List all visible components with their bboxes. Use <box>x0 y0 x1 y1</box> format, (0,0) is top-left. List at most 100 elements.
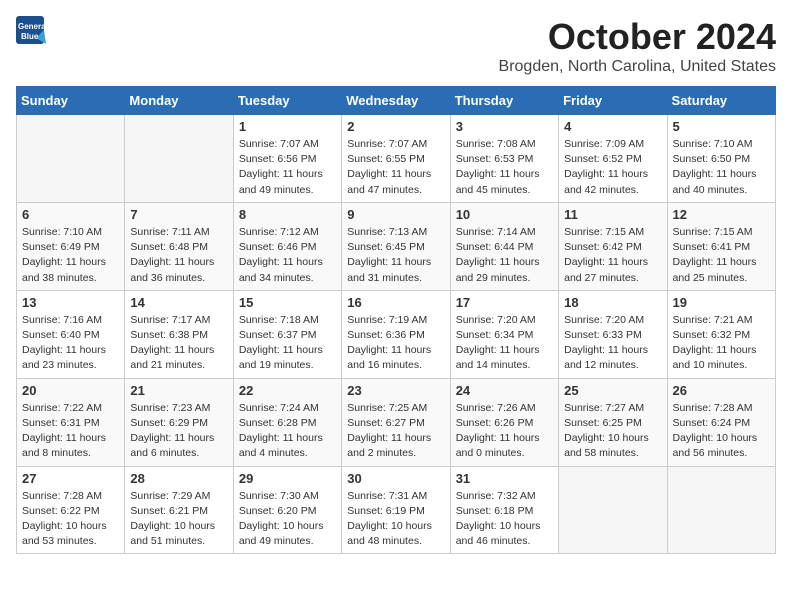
calendar-week-4: 27 Sunrise: 7:28 AMSunset: 6:22 PMDayligh… <box>17 466 776 554</box>
calendar-cell: 14 Sunrise: 7:17 AMSunset: 6:38 PMDayligh… <box>125 290 233 378</box>
day-number: 4 <box>564 119 661 134</box>
cell-info: Sunrise: 7:20 AMSunset: 6:34 PMDaylight:… <box>456 313 553 374</box>
day-number: 7 <box>130 207 227 222</box>
day-number: 28 <box>130 471 227 486</box>
cell-info: Sunrise: 7:32 AMSunset: 6:18 PMDaylight:… <box>456 489 553 550</box>
cell-info: Sunrise: 7:15 AMSunset: 6:41 PMDaylight:… <box>673 225 770 286</box>
cell-info: Sunrise: 7:15 AMSunset: 6:42 PMDaylight:… <box>564 225 661 286</box>
calendar-cell <box>125 115 233 203</box>
day-number: 6 <box>22 207 119 222</box>
calendar-cell: 24 Sunrise: 7:26 AMSunset: 6:26 PMDayligh… <box>450 378 558 466</box>
calendar-week-0: 1 Sunrise: 7:07 AMSunset: 6:56 PMDaylight… <box>17 115 776 203</box>
calendar-cell: 18 Sunrise: 7:20 AMSunset: 6:33 PMDayligh… <box>559 290 667 378</box>
calendar-cell: 2Sunrise: 7:07 AMSunset: 6:55 PMDaylight… <box>342 115 450 203</box>
cell-info: Sunrise: 7:19 AMSunset: 6:36 PMDaylight:… <box>347 313 444 374</box>
calendar-cell: 3 Sunrise: 7:08 AMSunset: 6:53 PMDaylight… <box>450 115 558 203</box>
weekday-header-friday: Friday <box>559 87 667 115</box>
cell-info: Sunrise: 7:28 AMSunset: 6:22 PMDaylight:… <box>22 489 119 550</box>
calendar-cell: 9 Sunrise: 7:13 AMSunset: 6:45 PMDaylight… <box>342 202 450 290</box>
cell-info: Sunrise: 7:26 AMSunset: 6:26 PMDaylight:… <box>456 401 553 462</box>
cell-info: Sunrise: 7:18 AMSunset: 6:37 PMDaylight:… <box>239 313 336 374</box>
day-number: 18 <box>564 295 661 310</box>
cell-info: Sunrise: 7:21 AMSunset: 6:32 PMDaylight:… <box>673 313 770 374</box>
calendar-cell: 31 Sunrise: 7:32 AMSunset: 6:18 PMDayligh… <box>450 466 558 554</box>
cell-info: Sunrise: 7:25 AMSunset: 6:27 PMDaylight:… <box>347 401 444 462</box>
calendar-cell: 19 Sunrise: 7:21 AMSunset: 6:32 PMDayligh… <box>667 290 775 378</box>
cell-info: Sunrise: 7:23 AMSunset: 6:29 PMDaylight:… <box>130 401 227 462</box>
cell-info: Sunrise: 7:14 AMSunset: 6:44 PMDaylight:… <box>456 225 553 286</box>
day-number: 2 <box>347 119 444 134</box>
calendar-cell: 7 Sunrise: 7:11 AMSunset: 6:48 PMDaylight… <box>125 202 233 290</box>
calendar-cell: 21 Sunrise: 7:23 AMSunset: 6:29 PMDayligh… <box>125 378 233 466</box>
cell-info: Sunrise: 7:24 AMSunset: 6:28 PMDaylight:… <box>239 401 336 462</box>
cell-info: Sunrise: 7:20 AMSunset: 6:33 PMDaylight:… <box>564 313 661 374</box>
calendar-cell <box>559 466 667 554</box>
day-number: 16 <box>347 295 444 310</box>
calendar-cell: 29 Sunrise: 7:30 AMSunset: 6:20 PMDayligh… <box>233 466 341 554</box>
cell-info: Sunrise: 7:28 AMSunset: 6:24 PMDaylight:… <box>673 401 770 462</box>
cell-info: Sunrise: 7:10 AMSunset: 6:50 PMDaylight:… <box>673 137 770 198</box>
day-number: 10 <box>456 207 553 222</box>
weekday-header-wednesday: Wednesday <box>342 87 450 115</box>
day-number: 30 <box>347 471 444 486</box>
cell-info: Sunrise: 7:16 AMSunset: 6:40 PMDaylight:… <box>22 313 119 374</box>
day-number: 17 <box>456 295 553 310</box>
cell-info: Sunrise: 7:09 AMSunset: 6:52 PMDaylight:… <box>564 137 661 198</box>
calendar-cell: 8 Sunrise: 7:12 AMSunset: 6:46 PMDaylight… <box>233 202 341 290</box>
day-number: 5 <box>673 119 770 134</box>
day-number: 31 <box>456 471 553 486</box>
cell-info: Sunrise: 7:22 AMSunset: 6:31 PMDaylight:… <box>22 401 119 462</box>
calendar-cell: 1 Sunrise: 7:07 AMSunset: 6:56 PMDaylight… <box>233 115 341 203</box>
calendar-cell: 12Sunrise: 7:15 AMSunset: 6:41 PMDayligh… <box>667 202 775 290</box>
day-number: 22 <box>239 383 336 398</box>
calendar-cell: 28 Sunrise: 7:29 AMSunset: 6:21 PMDayligh… <box>125 466 233 554</box>
day-number: 26 <box>673 383 770 398</box>
calendar-cell <box>667 466 775 554</box>
cell-info: Sunrise: 7:29 AMSunset: 6:21 PMDaylight:… <box>130 489 227 550</box>
calendar-cell: 5 Sunrise: 7:10 AMSunset: 6:50 PMDaylight… <box>667 115 775 203</box>
page-header: General Blue October 2024 Brogden, North… <box>16 16 776 76</box>
calendar-week-1: 6 Sunrise: 7:10 AMSunset: 6:49 PMDaylight… <box>17 202 776 290</box>
location-title: Brogden, North Carolina, United States <box>499 58 776 76</box>
cell-info: Sunrise: 7:12 AMSunset: 6:46 PMDaylight:… <box>239 225 336 286</box>
cell-info: Sunrise: 7:13 AMSunset: 6:45 PMDaylight:… <box>347 225 444 286</box>
day-number: 11 <box>564 207 661 222</box>
weekday-header-tuesday: Tuesday <box>233 87 341 115</box>
calendar-cell: 23 Sunrise: 7:25 AMSunset: 6:27 PMDayligh… <box>342 378 450 466</box>
logo-icon: General Blue <box>16 16 46 52</box>
cell-info: Sunrise: 7:08 AMSunset: 6:53 PMDaylight:… <box>456 137 553 198</box>
day-number: 20 <box>22 383 119 398</box>
cell-info: Sunrise: 7:11 AMSunset: 6:48 PMDaylight:… <box>130 225 227 286</box>
day-number: 24 <box>456 383 553 398</box>
calendar-cell: 22 Sunrise: 7:24 AMSunset: 6:28 PMDayligh… <box>233 378 341 466</box>
day-number: 9 <box>347 207 444 222</box>
cell-info: Sunrise: 7:10 AMSunset: 6:49 PMDaylight:… <box>22 225 119 286</box>
day-number: 27 <box>22 471 119 486</box>
calendar-cell: 26 Sunrise: 7:28 AMSunset: 6:24 PMDayligh… <box>667 378 775 466</box>
calendar-cell: 15Sunrise: 7:18 AMSunset: 6:37 PMDayligh… <box>233 290 341 378</box>
day-number: 21 <box>130 383 227 398</box>
cell-info: Sunrise: 7:17 AMSunset: 6:38 PMDaylight:… <box>130 313 227 374</box>
month-title: October 2024 <box>499 16 776 58</box>
day-number: 3 <box>456 119 553 134</box>
day-number: 8 <box>239 207 336 222</box>
day-number: 25 <box>564 383 661 398</box>
calendar-cell: 16 Sunrise: 7:19 AMSunset: 6:36 PMDayligh… <box>342 290 450 378</box>
calendar-cell: 11 Sunrise: 7:15 AMSunset: 6:42 PMDayligh… <box>559 202 667 290</box>
day-number: 23 <box>347 383 444 398</box>
calendar-cell: 27 Sunrise: 7:28 AMSunset: 6:22 PMDayligh… <box>17 466 125 554</box>
calendar-cell: 4 Sunrise: 7:09 AMSunset: 6:52 PMDaylight… <box>559 115 667 203</box>
calendar-cell <box>17 115 125 203</box>
day-number: 19 <box>673 295 770 310</box>
calendar-cell: 13 Sunrise: 7:16 AMSunset: 6:40 PMDayligh… <box>17 290 125 378</box>
day-number: 29 <box>239 471 336 486</box>
cell-info: Sunrise: 7:07 AMSunset: 6:56 PMDaylight:… <box>239 137 336 198</box>
day-number: 1 <box>239 119 336 134</box>
calendar-cell: 17 Sunrise: 7:20 AMSunset: 6:34 PMDayligh… <box>450 290 558 378</box>
day-number: 14 <box>130 295 227 310</box>
cell-info: Sunrise: 7:30 AMSunset: 6:20 PMDaylight:… <box>239 489 336 550</box>
calendar-cell: 10 Sunrise: 7:14 AMSunset: 6:44 PMDayligh… <box>450 202 558 290</box>
day-number: 13 <box>22 295 119 310</box>
weekday-header-sunday: Sunday <box>17 87 125 115</box>
calendar-cell: 25Sunrise: 7:27 AMSunset: 6:25 PMDayligh… <box>559 378 667 466</box>
